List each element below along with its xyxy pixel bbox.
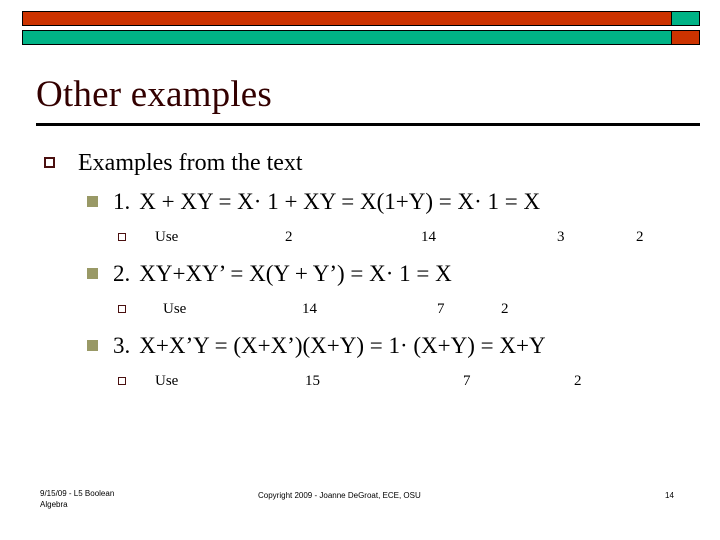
reference-value: 7 bbox=[463, 373, 471, 389]
equation-expression: XY+XY’ = X(Y + Y’) = X· 1 = X bbox=[139, 261, 452, 286]
title-underline-rule bbox=[36, 123, 700, 126]
reference-value: 7 bbox=[437, 301, 445, 317]
reference-value: 3 bbox=[557, 229, 565, 245]
reference-value: 2 bbox=[636, 229, 644, 245]
filled-square-bullet-icon bbox=[87, 196, 98, 207]
reference-value: 2 bbox=[574, 373, 582, 389]
reference-label: Use bbox=[155, 373, 179, 389]
reference-value: 2 bbox=[501, 301, 509, 317]
slide-body: Examples from the text 1. X + XY = X· 1 +… bbox=[0, 148, 720, 394]
footer-left-line1: 9/15/09 - L5 Boolean bbox=[40, 489, 115, 498]
bullet-level1-label: Examples from the text bbox=[78, 150, 303, 176]
equation-expression: X + XY = X· 1 + XY = X(1+Y) = X· 1 = X bbox=[139, 189, 541, 214]
footer-page-number: 14 bbox=[665, 491, 674, 500]
equation-line: 1. X + XY = X· 1 + XY = X(1+Y) = X· 1 = X bbox=[113, 189, 540, 214]
equation-line: 3. X+X’Y = (X+X’)(X+Y) = 1· (X+Y) = X+Y bbox=[113, 333, 546, 358]
reference-value: 14 bbox=[302, 301, 317, 317]
header-decoration bbox=[22, 11, 700, 45]
equation-expression: X+X’Y = (X+X’)(X+Y) = 1· (X+Y) = X+Y bbox=[139, 333, 546, 358]
small-hollow-square-bullet-icon bbox=[118, 305, 126, 313]
header-bar-top-cap bbox=[671, 12, 699, 25]
reference-value: 2 bbox=[285, 229, 293, 245]
bullet-level1: Examples from the text bbox=[0, 148, 720, 178]
reference-row: Use 15 7 2 bbox=[0, 368, 720, 394]
bullet-level2: 2. XY+XY’ = X(Y + Y’) = X· 1 = X bbox=[0, 257, 720, 291]
title-block: Other examples bbox=[36, 72, 700, 126]
reference-row: Use 14 7 2 bbox=[0, 296, 720, 322]
footer-date-and-lecture: 9/15/09 - L5 Boolean Algebra bbox=[40, 488, 220, 510]
small-hollow-square-bullet-icon bbox=[118, 377, 126, 385]
header-bar-bottom bbox=[22, 30, 700, 45]
equation-line: 2. XY+XY’ = X(Y + Y’) = X· 1 = X bbox=[113, 261, 452, 286]
header-bar-bottom-cap bbox=[671, 31, 699, 44]
filled-square-bullet-icon bbox=[87, 340, 98, 351]
footer-left-line2: Algebra bbox=[40, 500, 68, 509]
slide-footer: 9/15/09 - L5 Boolean Algebra Copyright 2… bbox=[0, 484, 720, 540]
bullet-level2: 3. X+X’Y = (X+X’)(X+Y) = 1· (X+Y) = X+Y bbox=[0, 329, 720, 363]
page-title: Other examples bbox=[36, 74, 273, 115]
bullet-level2: 1. X + XY = X· 1 + XY = X(1+Y) = X· 1 = X bbox=[0, 185, 720, 219]
hollow-square-bullet-icon bbox=[44, 157, 55, 168]
equation-number: 2. bbox=[113, 261, 131, 286]
header-bar-top-main bbox=[23, 12, 671, 25]
small-hollow-square-bullet-icon bbox=[118, 233, 126, 241]
header-bar-bottom-main bbox=[23, 31, 671, 44]
reference-value: 14 bbox=[421, 229, 436, 245]
reference-label: Use bbox=[163, 301, 187, 317]
reference-label: Use bbox=[155, 229, 179, 245]
equation-number: 1. bbox=[113, 189, 131, 214]
filled-square-bullet-icon bbox=[87, 268, 98, 279]
header-bar-top bbox=[22, 11, 700, 26]
equation-number: 3. bbox=[113, 333, 131, 358]
reference-row: Use 2 14 3 2 bbox=[0, 224, 720, 250]
reference-value: 15 bbox=[305, 373, 320, 389]
footer-copyright: Copyright 2009 - Joanne DeGroat, ECE, OS… bbox=[258, 491, 421, 500]
